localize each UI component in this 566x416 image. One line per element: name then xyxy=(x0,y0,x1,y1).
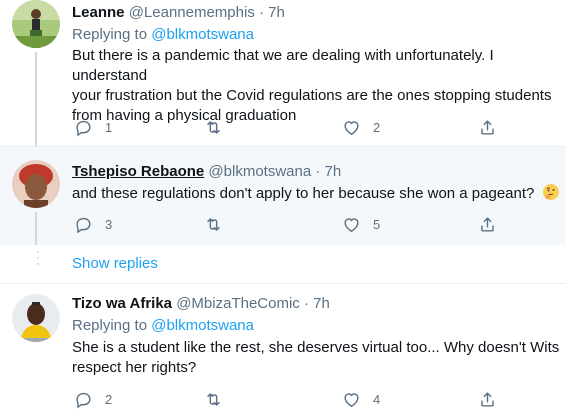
like-button[interactable]: 2 xyxy=(342,118,380,137)
thread-line xyxy=(35,212,37,245)
like-count: 2 xyxy=(373,120,381,135)
show-replies-row[interactable]: Show replies xyxy=(0,245,566,283)
tweet-text: But there is a pandemic that we are deal… xyxy=(72,47,552,124)
mention-link[interactable]: @blkmotswana xyxy=(151,317,254,334)
retweet-icon xyxy=(207,121,220,134)
replying-to: Replying to @blkmotswana xyxy=(72,26,254,43)
thinking-face-emoji xyxy=(542,183,560,207)
tweet-text: and these regulations don't apply to her… xyxy=(72,183,560,207)
like-icon xyxy=(344,121,359,135)
avatar[interactable] xyxy=(12,294,60,342)
display-name[interactable]: Tshepiso Rebaone xyxy=(72,163,204,180)
share-icon xyxy=(481,392,494,407)
replying-to: Replying to @blkmotswana xyxy=(72,317,254,334)
share-icon xyxy=(481,217,494,232)
reply-icon xyxy=(76,120,91,137)
share-icon xyxy=(481,120,494,135)
tweet-header: Tshepiso Rebaone @blkmotswana · 7h xyxy=(72,163,342,180)
thread-line xyxy=(35,52,37,146)
reply-tweet[interactable]: Leanne @Leannememphis · 7h Replying to @… xyxy=(0,0,566,146)
reply-count: 2 xyxy=(105,392,113,407)
reply-tweet[interactable]: Tizo wa Afrika @MbizaTheComic · 7h Reply… xyxy=(0,284,566,416)
retweet-button[interactable] xyxy=(204,118,235,137)
mention-link[interactable]: @blkmotswana xyxy=(151,26,254,43)
show-replies-link[interactable]: Show replies xyxy=(72,255,158,272)
reply-icon xyxy=(76,392,91,409)
user-handle[interactable]: @MbizaTheComic xyxy=(176,295,300,312)
share-button[interactable] xyxy=(478,118,497,137)
timestamp[interactable]: 7h xyxy=(313,295,330,312)
reply-button[interactable]: 3 xyxy=(74,215,112,234)
reply-button[interactable]: 1 xyxy=(74,118,112,137)
reply-tweet-highlighted[interactable]: Tshepiso Rebaone @blkmotswana · 7h and t… xyxy=(0,147,566,245)
retweet-icon xyxy=(207,218,220,231)
like-count: 4 xyxy=(373,392,381,407)
user-handle[interactable]: @Leannememphis xyxy=(129,4,255,21)
tweet-header: Leanne @Leannememphis · 7h xyxy=(72,4,285,21)
tweet-header: Tizo wa Afrika @MbizaTheComic · 7h xyxy=(72,295,330,312)
thread-dots xyxy=(36,251,40,269)
share-button[interactable] xyxy=(478,390,497,409)
share-button[interactable] xyxy=(478,215,497,234)
timestamp[interactable]: 7h xyxy=(268,4,285,21)
tweet-text: She is a student like the rest, she dese… xyxy=(72,339,560,376)
retweet-button[interactable] xyxy=(204,390,235,409)
like-button[interactable]: 4 xyxy=(342,390,380,409)
reply-count: 1 xyxy=(105,120,113,135)
like-button[interactable]: 5 xyxy=(342,215,380,234)
avatar[interactable] xyxy=(12,160,60,208)
reply-button[interactable]: 2 xyxy=(74,390,112,409)
like-count: 5 xyxy=(373,217,381,232)
like-icon xyxy=(344,218,359,232)
display-name[interactable]: Leanne xyxy=(72,4,125,21)
retweet-icon xyxy=(207,393,220,406)
reply-icon xyxy=(76,217,91,234)
user-handle[interactable]: @blkmotswana xyxy=(208,163,311,180)
avatar[interactable] xyxy=(12,0,60,48)
retweet-button[interactable] xyxy=(204,215,235,234)
timestamp[interactable]: 7h xyxy=(325,163,342,180)
reply-count: 3 xyxy=(105,217,113,232)
like-icon xyxy=(344,393,359,407)
display-name[interactable]: Tizo wa Afrika xyxy=(72,295,172,312)
